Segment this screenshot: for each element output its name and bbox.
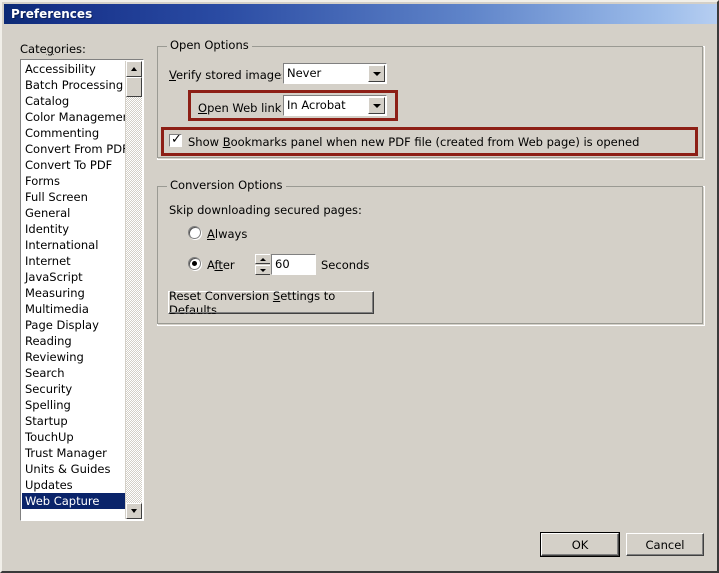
category-item[interactable]: Web Capture (22, 493, 127, 509)
radio-selected-dot (192, 261, 197, 266)
radio-after-label: After (207, 258, 235, 272)
verify-stored-images-combo[interactable]: Never (282, 62, 388, 85)
window-title: Preferences (11, 7, 93, 21)
category-item[interactable]: Reading (22, 333, 127, 349)
seconds-input[interactable]: 60 (270, 253, 317, 276)
cancel-button-label: Cancel (645, 537, 685, 552)
category-item[interactable]: Spelling (22, 397, 127, 413)
category-item[interactable]: Convert To PDF (22, 157, 127, 173)
category-item[interactable]: Commenting (22, 125, 127, 141)
categories-label: Categories: (20, 42, 86, 56)
category-item[interactable]: Identity (22, 221, 127, 237)
categories-listbox[interactable]: Accessibility Batch Processing Catalog Colo… (19, 58, 145, 522)
skip-downloading-label: Skip downloading secured pages: (169, 203, 362, 217)
verify-stored-images-value: Never (287, 66, 322, 80)
chevron-down-icon[interactable] (368, 65, 385, 82)
category-item[interactable]: Reviewing (22, 349, 127, 365)
seconds-value: 60 (275, 257, 290, 271)
scrollbar-track[interactable] (126, 77, 142, 503)
ok-button-label: OK (571, 537, 589, 552)
category-item[interactable]: Catalog (22, 93, 127, 109)
category-item[interactable]: Multimedia (22, 301, 127, 317)
category-item[interactable]: General (22, 205, 127, 221)
category-item[interactable]: Page Display (22, 317, 127, 333)
radio-always[interactable] (188, 226, 201, 239)
radio-always-label: Always (207, 227, 248, 241)
categories-list[interactable]: Accessibility Batch Processing Catalog Colo… (22, 61, 127, 519)
reset-conversion-settings-label: Reset Conversion Settings to Defaults (169, 288, 336, 317)
category-item[interactable]: Measuring (22, 285, 127, 301)
categories-scrollbar[interactable] (125, 61, 142, 519)
category-item[interactable]: Batch Processing (22, 77, 127, 93)
category-item[interactable]: Accessibility (22, 61, 127, 77)
chevron-down-icon[interactable] (368, 97, 385, 114)
checkmark-icon: ✓ (171, 132, 182, 147)
cancel-button[interactable]: Cancel (626, 533, 704, 556)
category-item[interactable]: Convert From PDF (22, 141, 127, 157)
show-bookmarks-label: Show Bookmarks panel when new PDF file (… (188, 135, 640, 149)
radio-after[interactable] (188, 257, 201, 270)
scroll-down-button[interactable] (126, 503, 142, 519)
category-item[interactable]: Color Management (22, 109, 127, 125)
category-item[interactable]: International (22, 237, 127, 253)
category-item[interactable]: JavaScript (22, 269, 127, 285)
verify-stored-images-label: Verify stored images: (169, 68, 292, 82)
conversion-options-title: Conversion Options (167, 179, 286, 192)
categories-label-text: Categories: (20, 42, 86, 56)
category-item[interactable]: Trust Manager (22, 445, 127, 461)
category-item[interactable]: Full Screen (22, 189, 127, 205)
seconds-unit-label: Seconds (321, 258, 370, 272)
preferences-dialog: Preferences Categories: Accessibility Bat… (0, 0, 719, 573)
category-item[interactable]: Search (22, 365, 127, 381)
reset-conversion-settings-button[interactable]: Reset Conversion Settings to Defaults (168, 288, 374, 317)
spinner-down-icon[interactable] (255, 265, 271, 275)
category-item[interactable]: Updates (22, 477, 127, 493)
open-options-title: Open Options (167, 39, 252, 52)
open-web-links-combo[interactable]: In Acrobat (282, 94, 388, 117)
category-item[interactable]: Internet (22, 253, 127, 269)
category-item[interactable]: Startup (22, 413, 127, 429)
show-bookmarks-checkbox[interactable]: ✓ (168, 132, 183, 148)
title-bar: Preferences (4, 4, 717, 24)
scrollbar-thumb[interactable] (126, 77, 142, 97)
ok-button[interactable]: OK (540, 532, 620, 557)
seconds-spinner[interactable] (255, 254, 271, 275)
category-item[interactable]: Units & Guides (22, 461, 127, 477)
category-item[interactable]: Security (22, 381, 127, 397)
category-item[interactable]: Forms (22, 173, 127, 189)
open-web-links-value: In Acrobat (287, 98, 346, 112)
open-web-links-label: Open Web links: (198, 101, 292, 115)
spinner-up-icon[interactable] (255, 254, 271, 264)
category-item[interactable]: TouchUp (22, 429, 127, 445)
scroll-up-button[interactable] (126, 61, 142, 77)
